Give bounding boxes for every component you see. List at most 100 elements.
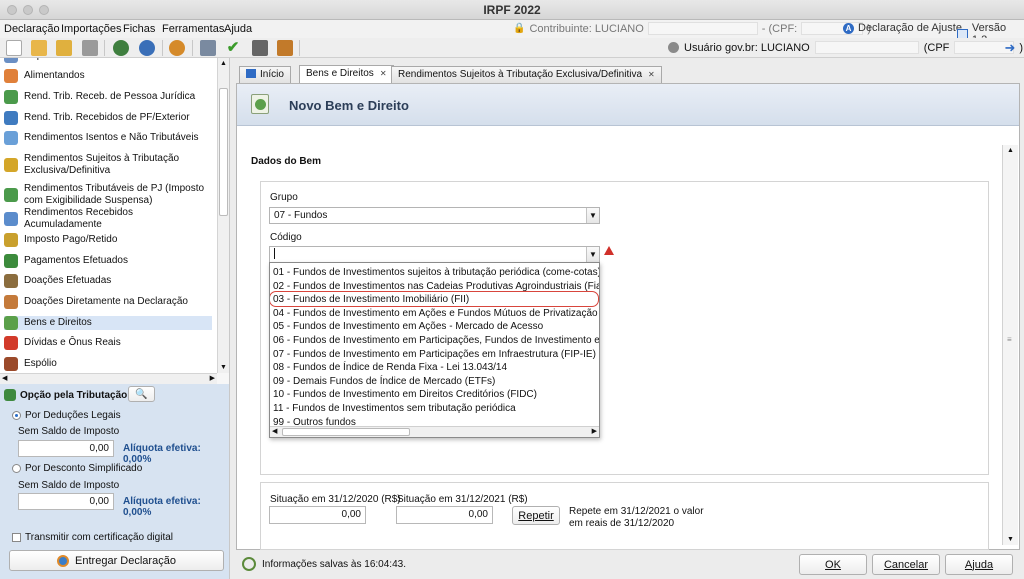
- menu-declaracao[interactable]: Declaração: [4, 23, 60, 35]
- sidebar-item-1[interactable]: Dependentes: [4, 58, 212, 63]
- sidebar-item-label: Doações Efetuadas: [24, 275, 112, 286]
- codigo-option[interactable]: 11 - Fundos de Investimentos sem tributa…: [273, 402, 516, 415]
- deducoes-legais-option[interactable]: Por Deduções Legais: [12, 410, 121, 421]
- cancelar-label: Cancelar: [883, 558, 929, 571]
- folder-icon[interactable]: [56, 40, 72, 56]
- sidebar-item-9[interactable]: Imposto Pago/Retido: [4, 233, 212, 247]
- trash-icon[interactable]: [82, 40, 98, 56]
- book-icon[interactable]: [277, 40, 293, 56]
- situacao-2021-input[interactable]: 0,00: [396, 506, 493, 524]
- scroll-grip-icon[interactable]: ≡: [1007, 335, 1012, 344]
- repetir-button[interactable]: Repetir: [512, 506, 560, 525]
- codigo-option[interactable]: 05 - Fundos de Investimento em Ações - M…: [273, 320, 543, 333]
- ajuda-label: Ajuda: [964, 558, 994, 571]
- menu-ferramentas[interactable]: Ferramentas: [162, 23, 224, 35]
- money-bag-icon: [4, 316, 18, 330]
- tab-bens-direitos[interactable]: Bens e Direitos ✕: [299, 65, 394, 83]
- deducoes-radio[interactable]: [12, 410, 21, 420]
- scroll-left-arrow-icon[interactable]: ◀: [2, 374, 7, 382]
- scroll-down-arrow-icon[interactable]: ▼: [218, 362, 229, 373]
- sidebar-item-label: Doações Diretamente na Declaração: [24, 296, 188, 307]
- sidebar-item-3[interactable]: Rend. Trib. Receb. de Pessoa Jurídica: [4, 90, 212, 104]
- situacao-2021-label: Situação em 31/12/2021 (R$): [397, 494, 528, 505]
- codigo-label: Código: [270, 232, 302, 243]
- deducoes-aliquota: Alíquota efetiva: 0,00%: [123, 443, 201, 465]
- close-tab-icon[interactable]: ✕: [648, 70, 655, 79]
- fichas-scroll-thumb[interactable]: [219, 88, 228, 216]
- entregar-declaracao-button[interactable]: Entregar Declaração: [9, 550, 224, 571]
- sidebar-item-8[interactable]: Rendimentos Recebidos Acumuladamente: [4, 207, 212, 230]
- certificado-checkbox[interactable]: [12, 533, 21, 542]
- search-tributacao-button[interactable]: 🔍: [128, 386, 155, 402]
- situacao-2020-label: Situação em 31/12/2020 (R$): [270, 494, 401, 505]
- desconto-simplificado-option[interactable]: Por Desconto Simplificado: [12, 463, 142, 474]
- sidebar-item-label: Rendimentos Sujeitos à Tributação Exclus…: [24, 153, 180, 176]
- ok-button[interactable]: OK: [799, 554, 867, 575]
- scroll-right-arrow-icon[interactable]: ▶: [210, 374, 215, 382]
- menu-importacoes[interactable]: Importações: [61, 23, 122, 35]
- sidebar-item-4[interactable]: Rend. Trib. Recebidos de PF/Exterior: [4, 111, 212, 125]
- tab-rendimentos-exclusiva[interactable]: Rendimentos Sujeitos à Tributação Exclus…: [391, 66, 662, 83]
- dropdown-horizontal-scrollbar[interactable]: ◀ ▶: [270, 426, 599, 437]
- sidebar-item-label: Bens e Direitos: [24, 317, 92, 328]
- logout-icon[interactable]: ➜: [1002, 40, 1018, 56]
- contribuinte-name-redacted: [647, 22, 758, 35]
- scroll-down-arrow-icon[interactable]: ▼: [1007, 536, 1014, 543]
- codigo-option[interactable]: 08 - Fundos de Índice de Renda Fixa - Le…: [273, 361, 507, 374]
- new-document-icon[interactable]: [6, 40, 22, 56]
- scroll-right-arrow-icon[interactable]: ▶: [592, 427, 597, 435]
- title-bar: IRPF 2022: [0, 0, 1024, 20]
- sidebar-item-7[interactable]: Rendimentos Tributáveis de PJ (Imposto c…: [4, 182, 212, 208]
- dropdown-scroll-thumb[interactable]: [282, 428, 410, 436]
- codigo-option[interactable]: 04 - Fundos de Investimento em Ações e F…: [273, 307, 599, 320]
- transmit-icon[interactable]: [169, 40, 185, 56]
- certificado-option[interactable]: Transmitir com certificação digital: [12, 532, 173, 543]
- cancelar-button[interactable]: Cancelar: [872, 554, 940, 575]
- print-icon[interactable]: [200, 40, 216, 56]
- open-folder-icon[interactable]: [31, 40, 47, 56]
- codigo-select[interactable]: ▼: [269, 246, 600, 263]
- ajuda-button[interactable]: Ajuda: [945, 554, 1013, 575]
- fichas-vertical-scrollbar[interactable]: ▲ ▼: [217, 58, 229, 373]
- sidebar-item-5[interactable]: Rendimentos Isentos e Não Tributáveis: [4, 131, 212, 145]
- tab-inicio[interactable]: Início: [239, 66, 291, 83]
- grupo-select[interactable]: 07 - Fundos ▼: [269, 207, 600, 224]
- sidebar-item-15[interactable]: Espólio: [4, 357, 212, 371]
- usuario-info: Usuário gov.br: LUCIANO (CPF ): [668, 41, 1023, 54]
- scroll-up-arrow-icon[interactable]: ▲: [218, 58, 229, 69]
- scroll-left-arrow-icon[interactable]: ◀: [272, 427, 277, 435]
- codigo-option[interactable]: 06 - Fundos de Investimento em Participa…: [273, 334, 599, 347]
- codigo-option[interactable]: 09 - Demais Fundos de Índice de Mercado …: [273, 375, 495, 388]
- codigo-option[interactable]: 07 - Fundos de Investimento em Participa…: [273, 348, 599, 361]
- codigo-option[interactable]: 01 - Fundos de Investimentos sujeitos à …: [273, 266, 599, 279]
- form-vertical-scrollbar[interactable]: ▲ ≡ ▼: [1002, 145, 1018, 545]
- situacao-2020-input[interactable]: 0,00: [269, 506, 366, 524]
- menu-fichas[interactable]: Fichas: [123, 23, 155, 35]
- import-icon[interactable]: [113, 40, 129, 56]
- calculator-icon[interactable]: [252, 40, 268, 56]
- chevron-down-icon[interactable]: ▼: [586, 208, 599, 223]
- sidebar-item-12[interactable]: Doações Diretamente na Declaração: [4, 295, 212, 309]
- fichas-horizontal-scrollbar[interactable]: ◀ ▶: [0, 373, 217, 384]
- sidebar-item-label: Rend. Trib. Receb. de Pessoa Jurídica: [24, 91, 196, 102]
- close-tab-icon[interactable]: ✕: [380, 69, 387, 78]
- chevron-down-icon[interactable]: ▼: [586, 247, 599, 262]
- sidebar-item-11[interactable]: Doações Efetuadas: [4, 274, 212, 288]
- sidebar-item-2[interactable]: Alimentandos: [4, 69, 212, 83]
- repete-text-2: em reais de 31/12/2020: [569, 518, 675, 529]
- simplificado-radio[interactable]: [12, 463, 21, 473]
- declaracao-ajuste-button[interactable]: A Declaração de Ajuste: [843, 22, 962, 34]
- section-dados-do-bem: Dados do Bem: [251, 156, 322, 167]
- sidebar-item-13[interactable]: Bens e Direitos: [4, 316, 212, 330]
- certificado-label: Transmitir com certificação digital: [25, 532, 174, 543]
- sidebar-item-14[interactable]: Dívidas e Ônus Reais: [4, 336, 212, 350]
- globe-icon[interactable]: [139, 40, 155, 56]
- sidebar-item-6[interactable]: Rendimentos Sujeitos à Tributação Exclus…: [4, 152, 212, 178]
- status-bar: Informações salvas às 16:04:43. OK Cance…: [232, 550, 1024, 579]
- menu-ajuda[interactable]: Ajuda: [224, 23, 252, 35]
- tab-inicio-label: Início: [260, 69, 284, 80]
- codigo-option[interactable]: 10 - Fundos de Investimento em Direitos …: [273, 388, 537, 401]
- scroll-up-arrow-icon[interactable]: ▲: [1007, 147, 1014, 154]
- sidebar-item-10[interactable]: Pagamentos Efetuados: [4, 254, 212, 268]
- check-icon[interactable]: ✔: [225, 40, 241, 56]
